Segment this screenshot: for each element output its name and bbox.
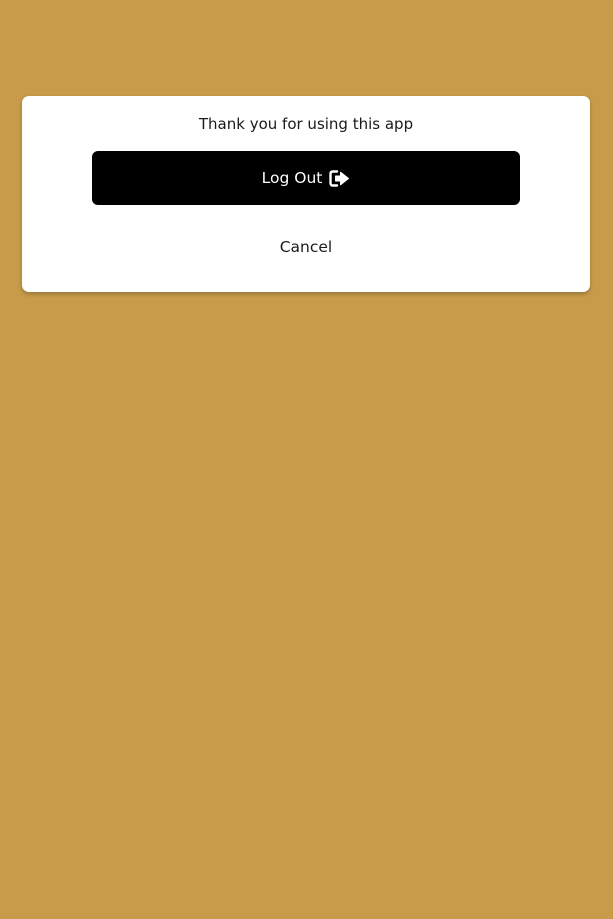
thank-you-message: Thank you for using this app <box>198 115 414 133</box>
cancel-button[interactable]: Cancel <box>256 237 356 257</box>
logout-dialog: Thank you for using this app Log Out Can… <box>22 96 590 292</box>
log-out-button[interactable]: Log Out <box>92 151 520 205</box>
log-out-label: Log Out <box>261 169 323 187</box>
app-background: { "modal": { "message": "Thank you for u… <box>0 0 613 919</box>
sign-out-icon <box>329 169 350 187</box>
